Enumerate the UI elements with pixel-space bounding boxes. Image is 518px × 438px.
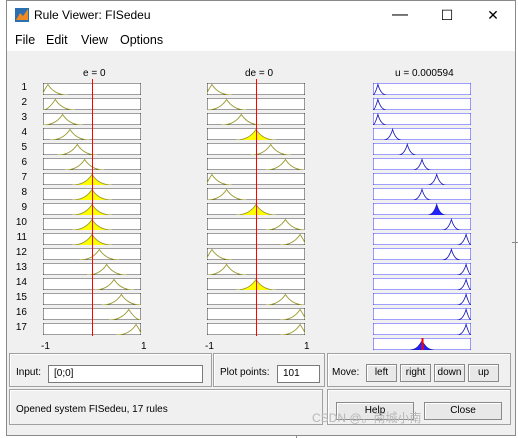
rule-u-plot[interactable] xyxy=(373,308,471,320)
rule-number: 4 xyxy=(21,127,27,138)
close-button[interactable]: ✕ xyxy=(471,1,515,29)
rule-u-plot[interactable] xyxy=(373,248,471,260)
rule-u-plot[interactable] xyxy=(373,98,471,110)
rule-u-plot[interactable] xyxy=(373,203,471,215)
rule-u-plot[interactable] xyxy=(373,293,471,305)
rule-plot-frame xyxy=(373,233,471,245)
rule-plot-frame xyxy=(373,263,471,275)
rule-number: 12 xyxy=(15,247,27,258)
move-down-button[interactable]: down xyxy=(434,364,465,382)
rule-plot-frame xyxy=(373,278,471,290)
close-dialog-button[interactable]: Close xyxy=(424,402,502,420)
e-input-line[interactable] xyxy=(92,79,93,336)
minimize-button[interactable]: — xyxy=(378,1,422,29)
rule-number: 7 xyxy=(21,172,27,183)
aggregated-output-plot[interactable] xyxy=(373,338,471,350)
rule-plot-frame xyxy=(373,143,471,155)
rule-plot-frame xyxy=(373,203,471,215)
rule-number: 15 xyxy=(15,292,27,303)
rule-number: 10 xyxy=(15,217,27,228)
move-right-button[interactable]: right xyxy=(400,364,431,382)
input-panel: Input: [0;0] xyxy=(9,353,212,387)
de-axis-max: 1 xyxy=(304,341,310,352)
menu-options[interactable]: Options xyxy=(120,33,163,47)
rule-plot-frame xyxy=(373,308,471,320)
move-up-button[interactable]: up xyxy=(468,364,499,382)
rule-plot-frame xyxy=(373,293,471,305)
plot-points-panel: Plot points: 101 xyxy=(213,353,325,387)
menu-file[interactable]: File xyxy=(15,33,35,47)
menu-view[interactable]: View xyxy=(81,33,108,47)
rule-number: 8 xyxy=(21,187,27,198)
rule-u-plot[interactable] xyxy=(373,128,471,140)
input-de-title: de = 0 xyxy=(245,68,274,79)
e-axis-min: -1 xyxy=(41,341,50,352)
rule-number: 9 xyxy=(21,202,27,213)
rule-number: 5 xyxy=(21,142,27,153)
title-bar: Rule Viewer: FISedeu — ☐ ✕ xyxy=(7,1,515,29)
rule-number: 13 xyxy=(15,262,27,273)
rule-u-plot[interactable] xyxy=(373,158,471,170)
move-label: Move: xyxy=(332,367,360,378)
rule-plot-frame xyxy=(373,98,471,110)
move-panel: Move: left right down up xyxy=(327,353,511,387)
rule-u-plot[interactable] xyxy=(373,278,471,290)
menu-edit[interactable]: Edit xyxy=(46,33,68,47)
rule-number: 2 xyxy=(21,97,27,108)
rule-u-plot[interactable] xyxy=(373,218,471,230)
rule-number: 1 xyxy=(21,82,27,93)
maximize-button[interactable]: ☐ xyxy=(425,1,469,29)
de-input-line[interactable] xyxy=(256,79,257,336)
rule-number: 6 xyxy=(21,157,27,168)
rule-u-plot[interactable] xyxy=(373,263,471,275)
input-field[interactable]: [0;0] xyxy=(48,365,203,383)
rule-u-plot[interactable] xyxy=(373,188,471,200)
matlab-icon xyxy=(15,8,29,22)
input-label: Input: xyxy=(16,367,42,378)
input-e-title: e = 0 xyxy=(83,68,106,79)
menu-bar: File Edit View Options xyxy=(7,29,515,51)
rule-number: 17 xyxy=(15,322,27,333)
rule-u-plot[interactable] xyxy=(373,83,471,95)
rule-number: 16 xyxy=(15,307,27,318)
rule-number: 3 xyxy=(21,112,27,123)
plot-points-field[interactable]: 101 xyxy=(277,365,320,383)
rule-u-plot[interactable] xyxy=(373,173,471,185)
rule-u-plot[interactable] xyxy=(373,113,471,125)
watermark: CSDN @。南城小南 xyxy=(312,411,422,425)
window-title: Rule Viewer: FISedeu xyxy=(34,8,151,22)
rule-u-plot[interactable] xyxy=(373,323,471,335)
de-axis-min: -1 xyxy=(205,341,214,352)
status-text: Opened system FISedeu, 17 rules xyxy=(16,404,168,415)
output-u-title: u = 0.000594 xyxy=(395,68,454,79)
rule-plot-area: e = 0 de = 0 u = 0.000594 1 2 3 4 5 6 7 8 9 10 11 1… xyxy=(7,51,515,352)
rule-plot-frame xyxy=(373,83,471,95)
status-panel: Opened system FISedeu, 17 rules xyxy=(9,389,323,425)
background-line xyxy=(512,242,518,243)
rule-plot-frame xyxy=(373,173,471,185)
rule-plot-frame xyxy=(373,113,471,125)
e-axis-max: 1 xyxy=(141,341,147,352)
rule-u-plot[interactable] xyxy=(373,143,471,155)
rule-viewer-window: Rule Viewer: FISedeu — ☐ ✕ File Edit Vie… xyxy=(6,0,516,436)
plot-points-label: Plot points: xyxy=(220,367,270,378)
rule-number: 14 xyxy=(15,277,27,288)
rule-u-plot[interactable] xyxy=(373,233,471,245)
move-left-button[interactable]: left xyxy=(366,364,397,382)
rule-plot-frame xyxy=(373,323,471,335)
rule-number: 11 xyxy=(16,232,27,243)
